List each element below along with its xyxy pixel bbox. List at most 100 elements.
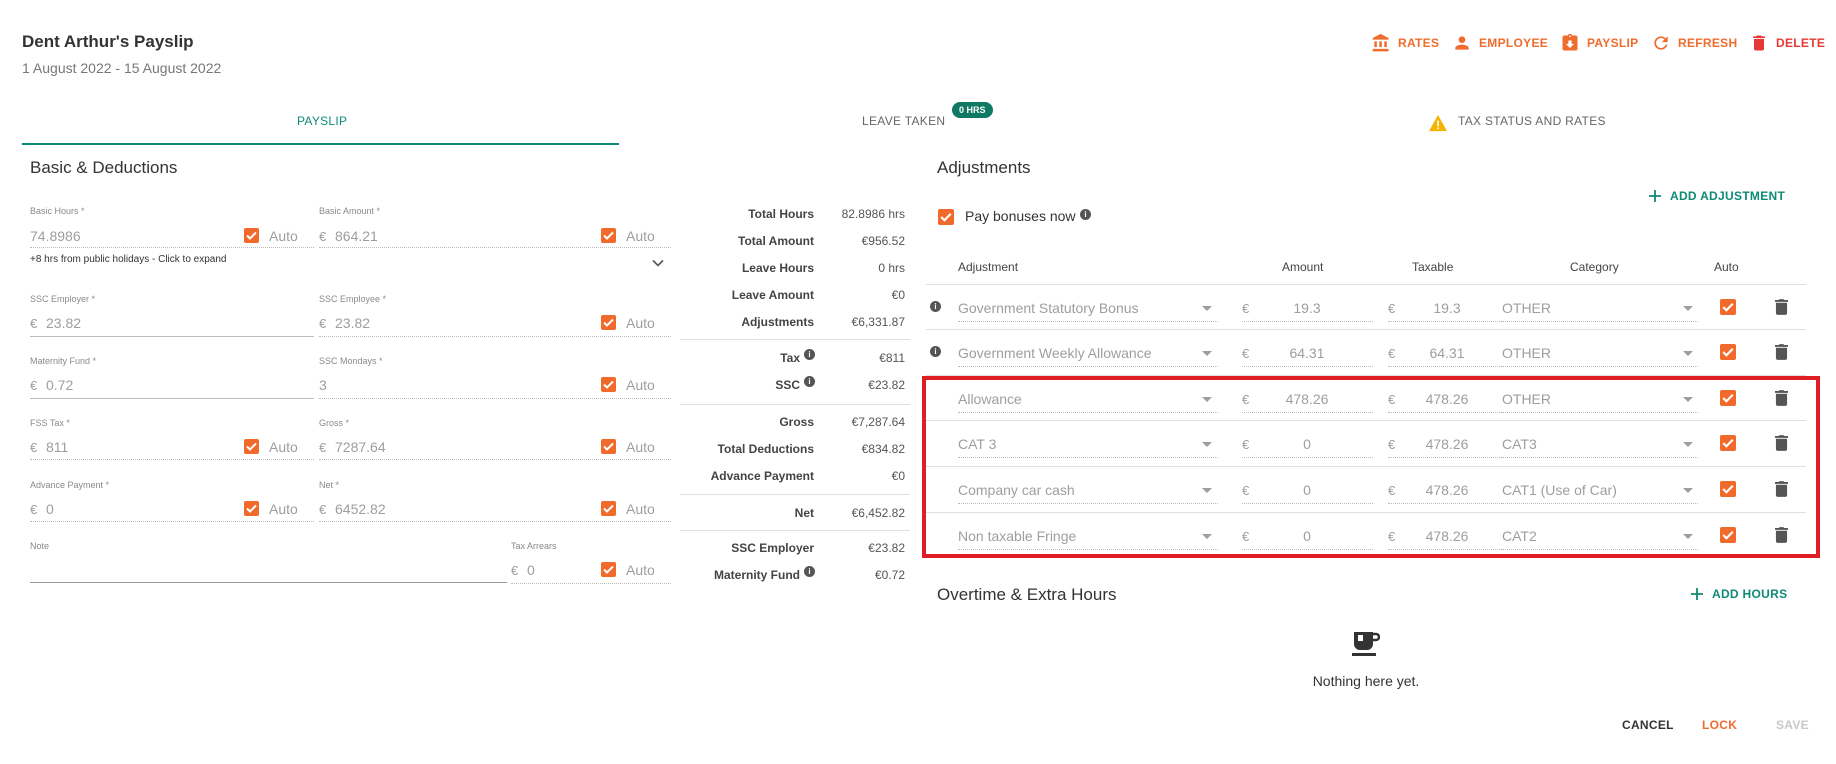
add-hours-button[interactable]: ADD HOURS (1690, 587, 1787, 601)
chevron-down-icon[interactable] (1202, 306, 1212, 311)
basic-amount-auto-checkbox[interactable] (601, 228, 616, 243)
leave-amount-label: Leave Amount (731, 288, 814, 302)
currency-symbol: € (1388, 301, 1396, 316)
auto-label: Auto (269, 439, 298, 455)
column-auto: Auto (1714, 260, 1739, 274)
ssc-mondays-input[interactable]: 3 (319, 377, 327, 393)
chevron-down-icon[interactable] (1683, 351, 1693, 356)
currency-symbol: € (319, 229, 327, 244)
tab-tax-status[interactable]: TAX STATUS AND RATES (1458, 114, 1606, 128)
adjustment-name-select[interactable]: Government Statutory Bonus (958, 300, 1139, 316)
fss-tax-auto-checkbox[interactable] (244, 439, 259, 454)
currency-symbol: € (319, 440, 327, 455)
add-adjustment-button[interactable]: ADD ADJUSTMENT (1648, 189, 1785, 203)
adjustment-category-select[interactable]: OTHER (1502, 345, 1551, 361)
fss-tax-underline (30, 459, 314, 460)
info-icon[interactable]: i (1080, 209, 1091, 220)
tab-payslip[interactable]: PAYSLIP (297, 114, 347, 128)
adjustment-auto-checkbox[interactable] (1720, 299, 1736, 315)
add-hours-label: ADD HOURS (1712, 587, 1788, 601)
trash-icon[interactable] (1775, 343, 1788, 360)
public-holidays-expand[interactable]: +8 hrs from public holidays - Click to e… (30, 254, 226, 265)
ssc-employee-underline (319, 336, 671, 337)
delete-button[interactable]: DELETE (1749, 33, 1825, 53)
rates-button[interactable]: RATES (1371, 33, 1439, 53)
adjustment-taxable-input[interactable]: 64.31 (1404, 345, 1490, 361)
employee-label: EMPLOYEE (1479, 36, 1549, 50)
add-adjustment-label: ADD ADJUSTMENT (1670, 189, 1786, 203)
ssc-employee-input[interactable]: 23.82 (335, 315, 370, 331)
tax-arrears-auto-checkbox[interactable] (601, 562, 616, 577)
trash-icon[interactable] (1775, 298, 1788, 315)
total-deductions-label: Total Deductions (717, 442, 814, 456)
pay-bonuses-label: Pay bonuses now (965, 208, 1076, 224)
auto-label: Auto (269, 228, 298, 244)
tab-leave-taken[interactable]: LEAVE TAKEN (862, 114, 945, 128)
employee-button[interactable]: EMPLOYEE (1452, 33, 1548, 53)
net-total-value: €6,452.82 (851, 506, 905, 520)
adjustment-taxable-input[interactable]: 19.3 (1404, 300, 1490, 316)
basic-hours-auto-checkbox[interactable] (244, 228, 259, 243)
ssc-mondays-auto-checkbox[interactable] (601, 377, 616, 392)
cancel-button[interactable]: CANCEL (1622, 718, 1674, 732)
ssc-mondays-label: SSC Mondays * (319, 356, 383, 366)
net-input[interactable]: 6452.82 (335, 501, 386, 517)
net-auto-checkbox[interactable] (601, 501, 616, 516)
total-amount-value: €956.52 (861, 234, 905, 248)
advance-payment-label: Advance Payment * (30, 480, 110, 490)
totals-separator (680, 494, 910, 495)
net-label: Net * (319, 480, 340, 490)
currency-symbol: € (1388, 346, 1396, 361)
trash-icon (1753, 35, 1765, 51)
tax-arrears-input[interactable]: 0 (527, 562, 535, 578)
ssc-total-label: SSC (775, 378, 800, 392)
info-icon[interactable]: i (930, 301, 941, 312)
adjustment-amount-input[interactable]: 19.3 (1258, 300, 1356, 316)
adjustment-name-underline (958, 366, 1218, 367)
ssc-employer-input[interactable]: 23.82 (46, 315, 81, 331)
gross-total-label: Gross (779, 415, 814, 429)
ssc-employer-total-value: €23.82 (868, 541, 905, 555)
column-amount: Amount (1282, 260, 1324, 274)
category-underline (1502, 321, 1698, 322)
plus-icon (1691, 588, 1703, 600)
currency-symbol: € (30, 502, 38, 517)
ssc-employee-auto-checkbox[interactable] (601, 315, 616, 330)
active-tab-indicator (22, 143, 619, 145)
adjustment-category-select[interactable]: OTHER (1502, 300, 1551, 316)
chevron-down-icon[interactable] (1202, 351, 1212, 356)
advance-payment-total-label: Advance Payment (710, 469, 814, 483)
advance-payment-input[interactable]: 0 (46, 501, 54, 517)
basic-amount-input[interactable]: 864.21 (335, 228, 378, 244)
basic-hours-underline (30, 247, 314, 248)
advance-payment-underline (30, 521, 314, 522)
refresh-button[interactable]: REFRESH (1651, 33, 1737, 53)
info-icon[interactable]: i (930, 346, 941, 357)
advance-payment-total-value: €0 (891, 469, 905, 483)
currency-symbol: € (30, 316, 38, 331)
fss-tax-input[interactable]: 811 (46, 439, 68, 455)
ssc-employer-label: SSC Employer * (30, 294, 96, 304)
advance-payment-auto-checkbox[interactable] (244, 501, 259, 516)
totals-separator (680, 530, 910, 531)
tax-total-label: Tax (780, 351, 800, 365)
column-taxable: Taxable (1412, 260, 1454, 274)
maternity-fund-total-value: €0.72 (874, 568, 905, 582)
lock-button[interactable]: LOCK (1702, 718, 1737, 732)
adjustment-amount-input[interactable]: 64.31 (1258, 345, 1356, 361)
amount-underline (1242, 321, 1373, 322)
maternity-fund-label: Maternity Fund * (30, 356, 97, 366)
pay-bonuses-checkbox[interactable] (938, 209, 954, 225)
payslip-button[interactable]: PAYSLIP (1560, 33, 1638, 53)
gross-input[interactable]: 7287.64 (335, 439, 386, 455)
gross-auto-checkbox[interactable] (601, 439, 616, 454)
maternity-fund-input[interactable]: 0.72 (46, 377, 73, 393)
basic-hours-input[interactable]: 74.8986 (30, 228, 81, 244)
taxable-underline (1388, 366, 1508, 367)
leave-hours-label: Leave Hours (741, 261, 814, 275)
adjustment-name-select[interactable]: Government Weekly Allowance (958, 345, 1152, 361)
chevron-down-icon[interactable] (1683, 306, 1693, 311)
save-button[interactable]: SAVE (1776, 718, 1809, 732)
tax-arrears-label: Tax Arrears (511, 541, 557, 551)
adjustment-auto-checkbox[interactable] (1720, 344, 1736, 360)
